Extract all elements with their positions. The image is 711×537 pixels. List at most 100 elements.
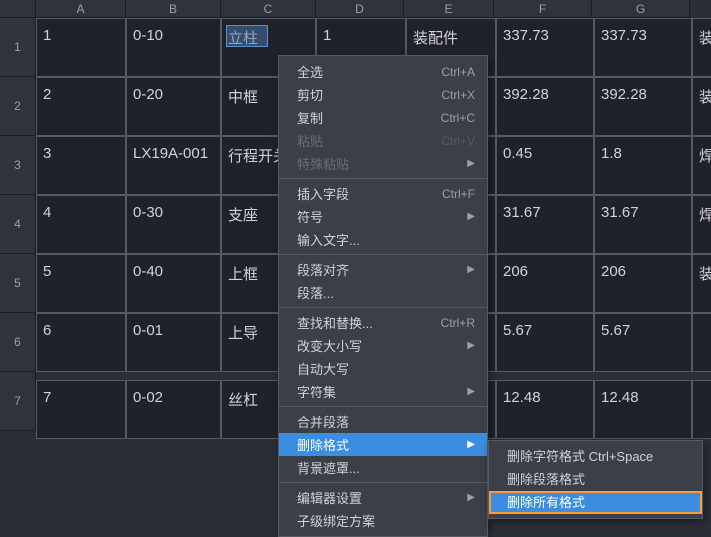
menu-label: 合并段落 [297,412,349,431]
menu-shortcut: Ctrl+A [441,65,475,79]
submenu-remove-format: 删除字符格式 Ctrl+Space 删除段落格式 删除所有格式 [488,440,703,519]
menu-paste-special: 特殊粘贴▶ [279,152,487,175]
chevron-right-icon: ▶ [467,439,475,450]
col-header-b[interactable]: B [126,0,221,18]
cell[interactable]: 12.48 [496,380,594,439]
row-header-3[interactable]: 3 [0,136,36,195]
cell[interactable]: 206 [496,254,594,313]
menu-auto-caps[interactable]: 自动大写 [279,357,487,380]
menu-separator [279,178,487,179]
menu-label: 输入文字... [297,230,360,249]
menu-select-all[interactable]: 全选Ctrl+A [279,60,487,83]
menu-shortcut: Ctrl+R [441,316,475,330]
col-header-a[interactable]: A [36,0,126,18]
cell[interactable]: 0.45 [496,136,594,195]
menu-para-align[interactable]: 段落对齐 ▶ [279,258,487,281]
menu-merge-para[interactable]: 合并段落 [279,410,487,433]
row-headers: 1 2 3 4 5 6 7 [0,18,36,431]
row-header-5[interactable]: 5 [0,254,36,313]
menu-label: 粘贴 [297,131,323,150]
col-header-c[interactable]: C [221,0,316,18]
menu-editor-settings[interactable]: 编辑器设置 ▶ [279,486,487,509]
cell[interactable]: 5.67 [496,313,594,372]
menu-label: 复制 [297,108,323,127]
menu-label: 背景遮罩... [297,458,360,477]
cell[interactable]: 0-02 [126,380,221,439]
cell[interactable]: 焊 [692,136,711,195]
chevron-right-icon: ▶ [467,340,475,351]
col-header-f[interactable]: F [494,0,592,18]
cell[interactable]: 12.48 [594,380,692,439]
chevron-right-icon: ▶ [467,492,475,503]
menu-label: 段落对齐 [297,260,349,279]
menu-label: 删除格式 [297,435,349,454]
row-header-1[interactable]: 1 [0,18,36,77]
cell[interactable]: 0-01 [126,313,221,372]
menu-separator [279,307,487,308]
cell[interactable]: 3 [36,136,126,195]
cell[interactable] [692,380,711,439]
row-header-7[interactable]: 7 [0,372,36,431]
submenu-remove-para-fmt[interactable]: 删除段落格式 [489,468,702,491]
menu-label: 插入字段 [297,184,349,203]
menu-label: 字符集 [297,382,336,401]
menu-label: 查找和替换... [297,313,373,332]
cell[interactable]: 206 [594,254,692,313]
row-header-2[interactable]: 2 [0,77,36,136]
menu-char-set[interactable]: 字符集▶ [279,380,487,403]
cell[interactable]: 5 [36,254,126,313]
cell[interactable]: 0-20 [126,77,221,136]
context-menu: 全选Ctrl+A 剪切Ctrl+X 复制 Ctrl+C 粘贴 Ctrl+V 特殊粘贴… [278,55,488,537]
menu-label: 子级绑定方案 [297,511,375,530]
menu-insert-field[interactable]: 插入字段Ctrl+F [279,182,487,205]
cell[interactable] [692,313,711,372]
cell[interactable]: 4 [36,195,126,254]
menu-input-text[interactable]: 输入文字... [279,228,487,251]
cell[interactable]: 2 [36,77,126,136]
cell[interactable]: 31.67 [594,195,692,254]
col-header-g[interactable]: G [592,0,690,18]
cell[interactable]: 0-40 [126,254,221,313]
menu-find-replace[interactable]: 查找和替换... Ctrl+R [279,311,487,334]
cell[interactable]: 装 [692,18,711,77]
menu-paragraph[interactable]: 段落... [279,281,487,304]
cell[interactable]: 392.28 [496,77,594,136]
cell[interactable]: 0-10 [126,18,221,77]
menu-label: 剪切 [297,85,323,104]
cell[interactable]: 6 [36,313,126,372]
row-header-6[interactable]: 6 [0,313,36,372]
submenu-remove-char-fmt[interactable]: 删除字符格式 Ctrl+Space [489,445,702,468]
menu-separator [279,406,487,407]
cell[interactable]: 7 [36,380,126,439]
cell[interactable]: 装 [692,254,711,313]
menu-symbol[interactable]: 符号 ▶ [279,205,487,228]
menu-shortcut: Ctrl+V [441,134,475,148]
cell[interactable]: 31.67 [496,195,594,254]
menu-label: 编辑器设置 [297,488,362,507]
cell[interactable]: 337.73 [496,18,594,77]
submenu-remove-all-fmt[interactable]: 删除所有格式 [489,491,702,514]
cell[interactable]: 1 [36,18,126,77]
menu-cut[interactable]: 剪切Ctrl+X [279,83,487,106]
chevron-right-icon: ▶ [467,211,475,222]
chevron-right-icon: ▶ [467,264,475,275]
col-header-d[interactable]: D [316,0,404,18]
grid-corner [0,0,36,18]
menu-label: 符号 [297,207,323,226]
menu-bg-mask[interactable]: 背景遮罩... [279,456,487,479]
cell[interactable]: 装 [692,77,711,136]
cell[interactable]: 392.28 [594,77,692,136]
cell[interactable]: 1.8 [594,136,692,195]
cell[interactable]: 0-30 [126,195,221,254]
col-header-e[interactable]: E [404,0,494,18]
cell[interactable]: 5.67 [594,313,692,372]
menu-shortcut: Ctrl+C [441,111,475,125]
menu-remove-format[interactable]: 删除格式 ▶ [279,433,487,456]
cell[interactable]: 焊 [692,195,711,254]
menu-label: 特殊粘贴 [297,154,349,173]
menu-copy[interactable]: 复制 Ctrl+C [279,106,487,129]
cell[interactable]: LX19A-001 [126,136,221,195]
row-header-4[interactable]: 4 [0,195,36,254]
menu-change-case[interactable]: 改变大小写▶ [279,334,487,357]
cell[interactable]: 337.73 [594,18,692,77]
